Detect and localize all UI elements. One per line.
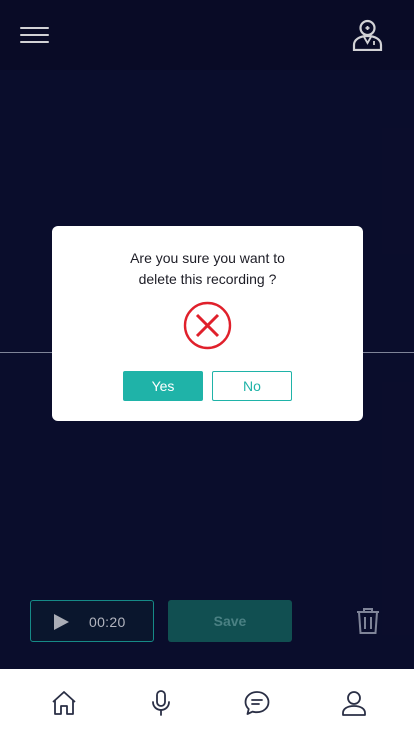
delete-confirm-dialog: Are you sure you want to delete this rec… bbox=[52, 226, 363, 421]
dialog-message-line-2: delete this recording ? bbox=[138, 271, 277, 287]
home-icon[interactable] bbox=[51, 690, 77, 716]
no-button[interactable]: No bbox=[212, 371, 292, 401]
chat-icon[interactable] bbox=[244, 690, 270, 716]
error-x-icon bbox=[183, 301, 232, 350]
yes-button[interactable]: Yes bbox=[123, 371, 203, 401]
dialog-message: Are you sure you want to delete this rec… bbox=[52, 248, 363, 290]
bottom-navigation bbox=[0, 669, 414, 736]
user-icon[interactable] bbox=[341, 690, 367, 716]
microphone-icon[interactable] bbox=[148, 690, 174, 716]
dialog-message-line-1: Are you sure you want to bbox=[130, 250, 285, 266]
